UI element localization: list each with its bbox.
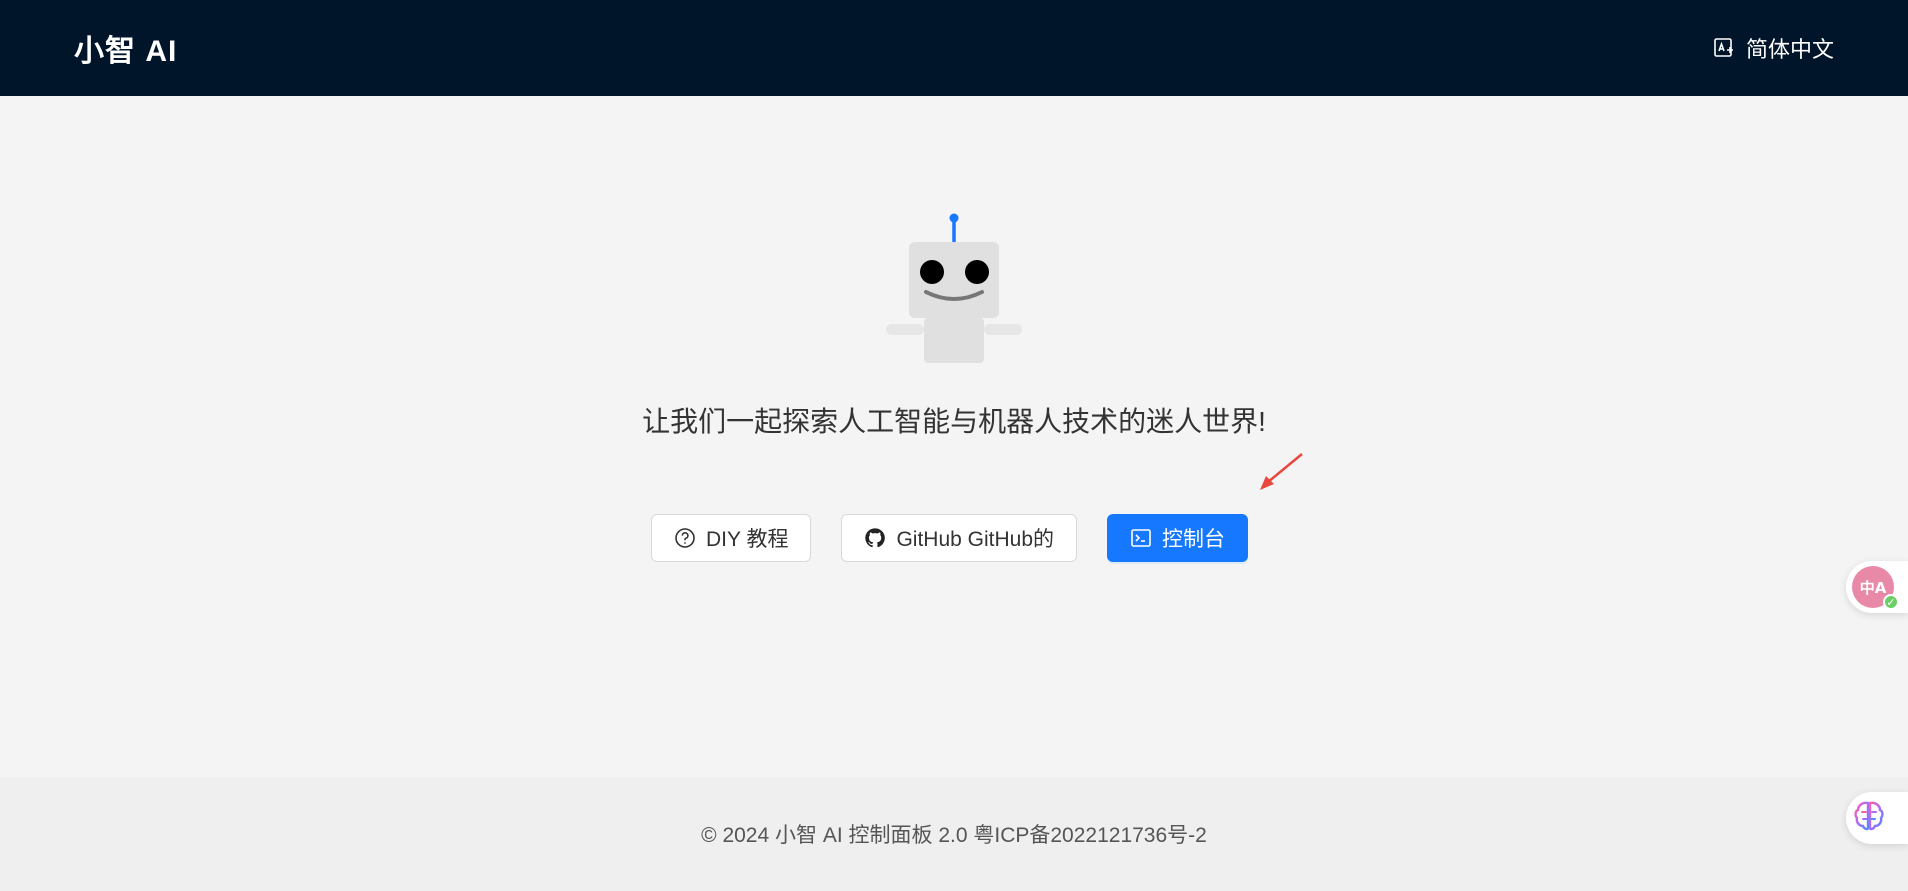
brain-icon [1852, 799, 1886, 838]
ai-assistant-float-button[interactable] [1846, 792, 1908, 844]
diy-tutorial-label: DIY 教程 [706, 528, 789, 551]
console-button[interactable]: 控制台 [1107, 514, 1249, 562]
check-icon: ✓ [1883, 594, 1899, 610]
language-switcher[interactable]: 简体中文 [1712, 32, 1834, 64]
terminal-icon [1130, 527, 1152, 549]
question-circle-icon [674, 527, 696, 549]
translate-badge-label: 中A [1859, 578, 1887, 597]
github-icon [864, 527, 886, 549]
github-button[interactable]: GitHub GitHub的 [841, 514, 1078, 562]
language-label: 简体中文 [1745, 37, 1834, 62]
action-buttons: DIY 教程 GitHub GitHub的 控制台 [651, 514, 1249, 562]
console-label: 控制台 [1162, 528, 1226, 551]
footer-text: © 2024 小智 AI 控制面板 2.0 粤ICP备2022121736号-2 [701, 824, 1207, 847]
github-label: GitHub GitHub的 [896, 528, 1055, 551]
top-header: 小智 AI 简体中文 [0, 0, 1908, 96]
translate-icon [1712, 36, 1736, 60]
footer: © 2024 小智 AI 控制面板 2.0 粤ICP备2022121736号-2 [0, 777, 1908, 891]
tagline: 让我们一起探索人工智能与机器人技术的迷人世界! [642, 406, 1266, 437]
annotation-arrow [1260, 453, 1303, 490]
robot-illustration [886, 213, 1022, 363]
translate-icon: 中A ✓ [1852, 566, 1899, 610]
translate-float-button[interactable]: 中A ✓ [1846, 561, 1908, 613]
diy-tutorial-button[interactable]: DIY 教程 [651, 514, 812, 562]
logo[interactable]: 小智 AI [74, 26, 177, 70]
